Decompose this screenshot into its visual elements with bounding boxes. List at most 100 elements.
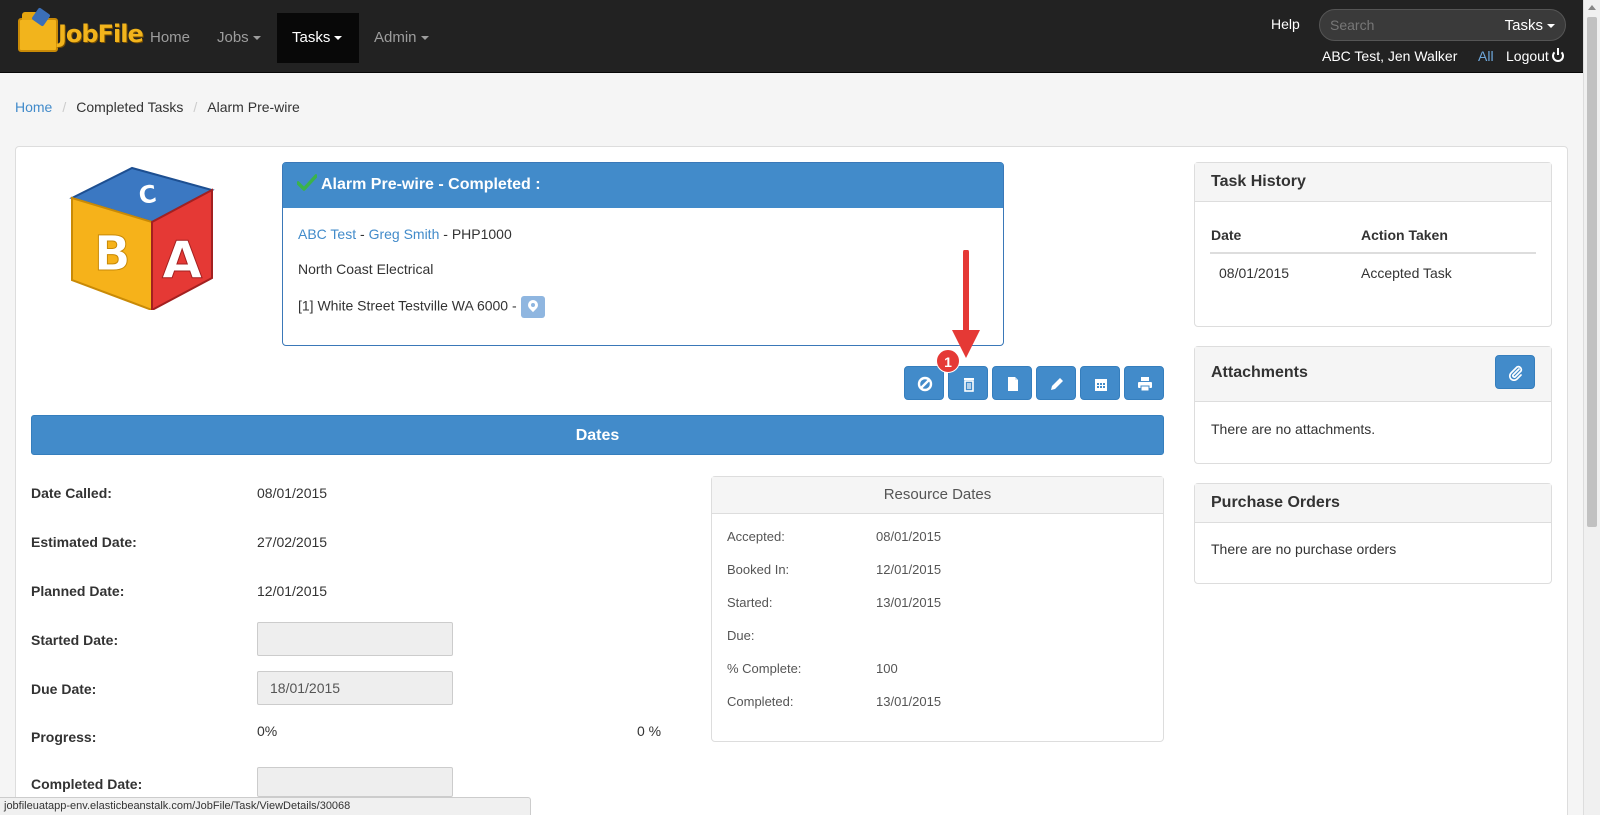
abc-blocks-logo: C B A [69,166,215,310]
task-title: Alarm Pre-wire - Completed : [321,176,541,193]
trash-icon [964,378,974,392]
resource-dates-title: Resource Dates [712,477,1163,514]
res-accepted-value: 08/01/2015 [876,529,942,544]
pencil-icon [1051,378,1063,390]
top-navbar: JobFile Home Jobs Tasks Admin Help Tasks… [0,0,1583,73]
completed-date-label: Completed Date: [31,776,143,792]
add-attachment-button[interactable] [1495,355,1535,389]
res-started-value: 13/01/2015 [876,595,942,610]
browser-status-bar: jobfileuatapp-env.elasticbeanstalk.com/J… [0,797,531,815]
res-due-label: Due: [727,628,755,643]
dates-section-header: Dates [31,415,1164,455]
date-called-label: Date Called: [31,485,112,501]
map-pin-icon[interactable] [520,296,545,318]
search-scope-dropdown[interactable]: Tasks [1505,17,1555,34]
contact-link[interactable]: Greg Smith [369,226,440,242]
progress-value: 0% [257,723,278,739]
paperclip-icon [1508,365,1523,381]
document-button[interactable] [992,366,1032,400]
logout-link[interactable]: Logout [1506,48,1564,64]
current-user: ABC Test, Jen Walker [1322,48,1458,64]
history-row-date: 08/01/2015 [1219,265,1290,281]
all-link[interactable]: All [1478,48,1494,64]
logout-label: Logout [1506,48,1549,64]
started-date-label: Started Date: [31,632,119,648]
purchase-orders-title: Purchase Orders [1195,484,1551,523]
ban-icon [917,376,933,392]
breadcrumb: Home / Completed Tasks / Alarm Pre-wire [15,99,300,115]
progress-percent: 0 % [637,723,662,739]
task-address: [1] White Street Testville WA 6000 - [298,297,517,314]
task-history-title: Task History [1195,163,1551,202]
breadcrumb-current: Alarm Pre-wire [207,99,300,115]
breadcrumb-separator: / [62,99,67,115]
res-completed-value: 13/01/2015 [876,694,942,709]
nav-tasks[interactable]: Tasks [277,13,359,63]
vertical-scrollbar[interactable] [1583,0,1600,815]
chevron-down-icon [420,36,429,41]
annotation-badge: 1 [936,349,960,373]
search-input[interactable] [1330,15,1480,35]
print-button[interactable] [1124,366,1164,400]
attachments-title: Attachments [1211,364,1308,381]
res-accepted-label: Accepted: [727,529,785,544]
planned-date-label: Planned Date: [31,583,125,599]
history-header-divider [1210,252,1536,254]
jobfile-logo[interactable]: JobFile [14,7,144,56]
task-company: North Coast Electrical [298,261,434,277]
task-address-line: [1] White Street Testville WA 6000 - [298,296,545,318]
task-summary-panel: Alarm Pre-wire - Completed : ABC Test - … [282,162,1004,346]
estimated-date-label: Estimated Date: [31,534,137,550]
help-link[interactable]: Help [1271,16,1300,32]
due-date-label: Due Date: [31,681,97,697]
nav-admin[interactable]: Admin [359,13,444,63]
nav-jobs[interactable]: Jobs [202,13,276,63]
schedule-button[interactable] [1080,366,1120,400]
cancel-task-button[interactable] [904,366,944,400]
estimated-date-value: 27/02/2015 [257,534,328,550]
completed-date-field[interactable] [257,767,453,797]
client-link[interactable]: ABC Test [298,226,356,242]
search-scope-label: Tasks [1504,17,1543,34]
scroll-thumb[interactable] [1587,17,1597,527]
nav-jobs-label: Jobs [217,29,249,46]
res-complete-label: % Complete: [727,661,802,676]
task-history-panel: Task History Date Action Taken 08/01/201… [1194,162,1552,327]
task-summary-header: Alarm Pre-wire - Completed : [283,163,1003,208]
task-client-line: ABC Test - Greg Smith - PHP1000 [298,226,512,242]
edit-task-button[interactable] [1036,366,1076,400]
annotation-arrow [952,250,980,358]
nav-tasks-label: Tasks [292,29,331,46]
breadcrumb-separator: / [193,99,198,115]
scroll-up-icon[interactable] [1588,5,1596,10]
history-col-date: Date [1211,227,1242,243]
nav-admin-label: Admin [374,29,417,46]
res-booked-label: Booked In: [727,562,790,577]
res-completed-label: Completed: [727,694,794,709]
attachments-panel: Attachments There are no attachments. [1194,346,1552,464]
resource-dates-panel: Resource Dates Accepted: 08/01/2015 Book… [711,476,1164,742]
progress-label: Progress: [31,729,97,745]
planned-date-value: 12/01/2015 [257,583,328,599]
nav-home[interactable]: Home [135,13,205,63]
search-box: Tasks [1319,9,1566,41]
breadcrumb-completed-tasks: Completed Tasks [76,99,184,115]
attachments-header: Attachments [1195,347,1551,402]
date-called-value: 08/01/2015 [257,485,328,501]
chevron-down-icon [252,36,261,41]
job-code: PHP1000 [451,226,512,242]
nav-home-label: Home [150,29,191,46]
breadcrumb-home[interactable]: Home [15,99,52,115]
chevron-down-icon [334,36,343,41]
svg-text:B: B [94,226,131,282]
print-icon [1138,377,1152,392]
purchase-orders-empty: There are no purchase orders [1211,541,1397,557]
res-complete-value: 100 [876,661,898,676]
power-icon [1551,48,1564,62]
started-date-field[interactable] [257,622,453,656]
purchase-orders-panel: Purchase Orders There are no purchase or… [1194,483,1552,584]
res-started-label: Started: [727,595,773,610]
chevron-down-icon [1547,24,1555,29]
due-date-field[interactable] [257,671,453,705]
svg-text:A: A [162,231,202,291]
